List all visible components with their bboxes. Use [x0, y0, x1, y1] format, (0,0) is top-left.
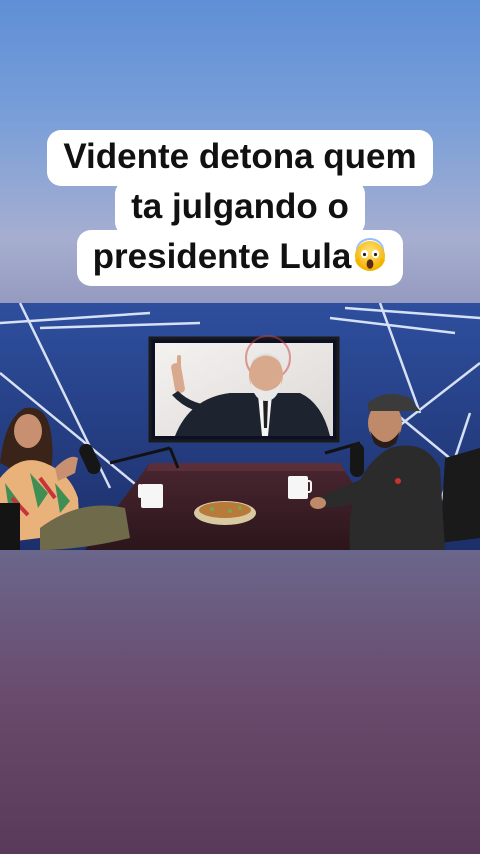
caption-line-2: ta julgando o — [115, 180, 365, 236]
scream-emoji-icon — [353, 238, 387, 272]
caption-line-1: Vidente detona quem — [47, 130, 433, 186]
podcast-studio-scene — [0, 303, 480, 550]
caption-line-3: presidente Lula — [76, 230, 404, 286]
video-post-screen: { "caption": { "line1": "Vidente detona … — [0, 0, 480, 854]
caption-overlay: Vidente detona quem ta julgando o presid… — [0, 130, 480, 286]
caption-line-3-text: presidente Lula — [92, 237, 352, 276]
video-frame[interactable] — [0, 303, 480, 550]
